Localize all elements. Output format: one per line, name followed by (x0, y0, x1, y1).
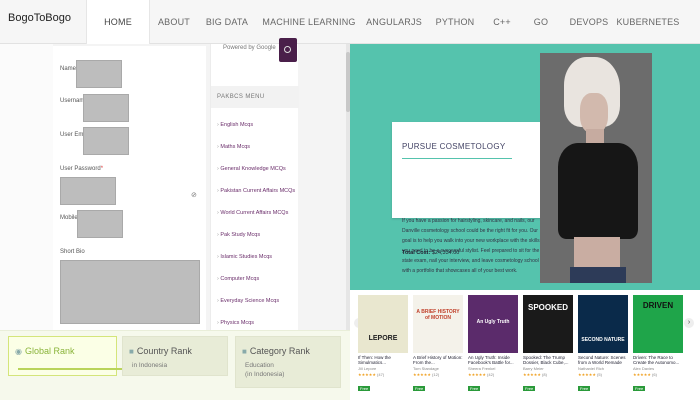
book-item[interactable]: An Ugly Truth An Ugly Truth: Inside Face… (468, 295, 518, 395)
short-bio-textarea[interactable] (60, 260, 200, 324)
book-badge: Free (578, 386, 591, 391)
cosmetology-ad[interactable]: PURSUE COSMETOLOGY If you have a passion… (350, 44, 700, 290)
user-password-label: User Password* (60, 166, 104, 172)
country-rank-box[interactable]: ■ Country Rank in Indonesia (122, 336, 228, 376)
book-author: Alex Davies (633, 366, 655, 371)
sidebar-item-pak-study[interactable]: Pak Study Mcqs (217, 232, 260, 238)
book-badge: Free (633, 386, 646, 391)
book-title: Spooked: The Trump Dossier, Black Cube,.… (523, 355, 569, 365)
site-logo[interactable]: BogoToBogo (0, 12, 86, 24)
book-rating: ★★★★★ (47) (358, 372, 385, 377)
username-field[interactable] (83, 94, 129, 122)
book-badge: Free (523, 386, 536, 391)
sidebar-item-general-knowledge[interactable]: General Knowledge MCQs (217, 166, 285, 172)
sidebar-item-physics[interactable]: Physics Mcqs (217, 320, 254, 326)
ad-title-underline (402, 158, 512, 159)
book-title: A Brief History of Motion: From the... (413, 355, 463, 365)
sidebar-column: Powered by Google PAKBCS MENU English Mc… (210, 38, 299, 334)
book-badge: Free (413, 386, 426, 391)
sidebar-item-world-affairs[interactable]: World Current Affairs MCQs (217, 210, 288, 216)
category-icon: ■ (242, 347, 247, 356)
book-cover: SPOOKED (523, 295, 573, 353)
category-rank-sub-2: (in Indonesia) (245, 371, 285, 378)
book-rating: ★★★★★ (12) (413, 372, 440, 377)
book-cover: A BRIEF HISTORY of MOTION (413, 295, 463, 353)
book-cover: DRIVEN (633, 295, 683, 353)
country-rank-sub: in Indonesia (132, 362, 168, 369)
book-item[interactable]: LEPORE If Then: How the Simulmatics... J… (358, 295, 408, 395)
short-bio-label: Short Bio (60, 249, 85, 255)
global-rank-underline (18, 368, 122, 370)
ad-description: If you have a passion for hairstyling, s… (402, 218, 540, 274)
nav-item-home[interactable]: HOME (86, 0, 150, 44)
user-email-field[interactable] (83, 127, 129, 155)
user-password-field[interactable] (60, 177, 116, 205)
book-author: Barry Meier (523, 366, 544, 371)
book-title: An Ugly Truth: Inside Facebook's Battle … (468, 355, 514, 365)
book-title: Driven: The Race to Create the Autonomo.… (633, 355, 680, 365)
name-field[interactable] (76, 60, 122, 88)
sidebar-item-english[interactable]: English Mcqs (217, 122, 253, 128)
book-author: Sheera Frenkel (468, 366, 496, 371)
book-badge: Free (358, 386, 371, 391)
sidebar-item-maths[interactable]: Maths Mcqs (217, 144, 250, 150)
nav-item-about[interactable]: ABOUT (150, 0, 198, 44)
book-cover: An Ugly Truth (468, 295, 518, 353)
category-rank-label: ■ Category Rank (242, 346, 310, 356)
book-cover: LEPORE (358, 295, 408, 353)
nav-item-devops[interactable]: DEVOPS (562, 0, 616, 44)
nav-item-python[interactable]: PYTHON (426, 0, 484, 44)
top-navigation: BogoToBogo HOME ABOUT BIG DATA MACHINE L… (0, 0, 700, 44)
book-author: Tom Standage (413, 366, 439, 371)
sidebar-item-everyday-science[interactable]: Everyday Science Mcqs (217, 298, 279, 304)
book-item[interactable]: DRIVEN Driven: The Race to Create the Au… (633, 295, 683, 395)
nav-item-cpp[interactable]: C++ (484, 0, 520, 44)
ad-card: PURSUE COSMETOLOGY (392, 122, 552, 218)
ad-title: PURSUE COSMETOLOGY (402, 142, 506, 151)
book-badge: Free (468, 386, 481, 391)
rank-strip: ◉ Global Rank ■ Country Rank in Indonesia … (0, 330, 350, 400)
book-title: Second Nature: Scenes from a World Remad… (578, 355, 626, 365)
nav-item-go[interactable]: GO (520, 0, 562, 44)
nav-item-kubernetes[interactable]: KUBERNETES (616, 0, 680, 44)
category-rank-box[interactable]: ■ Category Rank Education (in Indonesia) (235, 336, 341, 388)
registration-form: Name* Username* User Email* User Passwor… (53, 46, 206, 331)
book-item[interactable]: SPOOKED Spooked: The Trump Dossier, Blac… (523, 295, 573, 395)
country-rank-label: ■ Country Rank (129, 346, 192, 356)
password-visibility-icon[interactable]: ⊘ (191, 191, 197, 199)
book-item[interactable]: A BRIEF HISTORY of MOTION A Brief Histor… (413, 295, 463, 395)
book-author: Nathaniel Rich (578, 366, 605, 371)
sidebar-item-pakistan-affairs[interactable]: Pakistan Current Affairs MCQs (217, 188, 295, 194)
ad-model-photo (540, 53, 652, 283)
book-rating: ★★★★★ (6) (633, 372, 657, 377)
book-author: Jill Lepore (358, 366, 377, 371)
nav-item-angularjs[interactable]: ANGULARJS (362, 0, 426, 44)
category-rank-sub-1: Education (245, 362, 274, 369)
left-gutter (0, 44, 53, 334)
sidebar-menu-title: PAKBCS MENU (211, 86, 299, 108)
nav-item-machine-learning[interactable]: MACHINE LEARNING (256, 0, 362, 44)
sidebar-item-computer[interactable]: Computer Mcqs (217, 276, 259, 282)
carousel-next-icon[interactable]: › (684, 318, 694, 328)
book-rating: ★★★★★ (42) (468, 372, 495, 377)
sidebar-item-islamic-studies[interactable]: Islamic Studies Mcqs (217, 254, 272, 260)
nav-item-big-data[interactable]: BIG DATA (198, 0, 256, 44)
book-rating: ★★★★★ (8) (523, 372, 547, 377)
search-button-icon[interactable] (279, 38, 297, 62)
flag-icon: ■ (129, 347, 134, 356)
book-rating: ★★★★★ (5) (578, 372, 602, 377)
global-rank-box[interactable]: ◉ Global Rank (8, 336, 122, 376)
global-rank-label: ◉ Global Rank (15, 346, 75, 356)
globe-icon: ◉ (15, 347, 22, 356)
page: BogoToBogo HOME ABOUT BIG DATA MACHINE L… (0, 0, 700, 400)
ad-cost: Total Cost: $24,334.00 (402, 250, 460, 256)
book-item[interactable]: SECOND NATURE Second Nature: Scenes from… (578, 295, 628, 395)
mobile-field[interactable] (77, 210, 123, 238)
book-carousel: ‹ › LEPORE If Then: How the Simulmatics.… (350, 290, 700, 400)
book-cover: SECOND NATURE (578, 295, 628, 353)
nav-menu: HOME ABOUT BIG DATA MACHINE LEARNING ANG… (86, 0, 680, 44)
book-title: If Then: How the Simulmatics... (358, 355, 391, 365)
